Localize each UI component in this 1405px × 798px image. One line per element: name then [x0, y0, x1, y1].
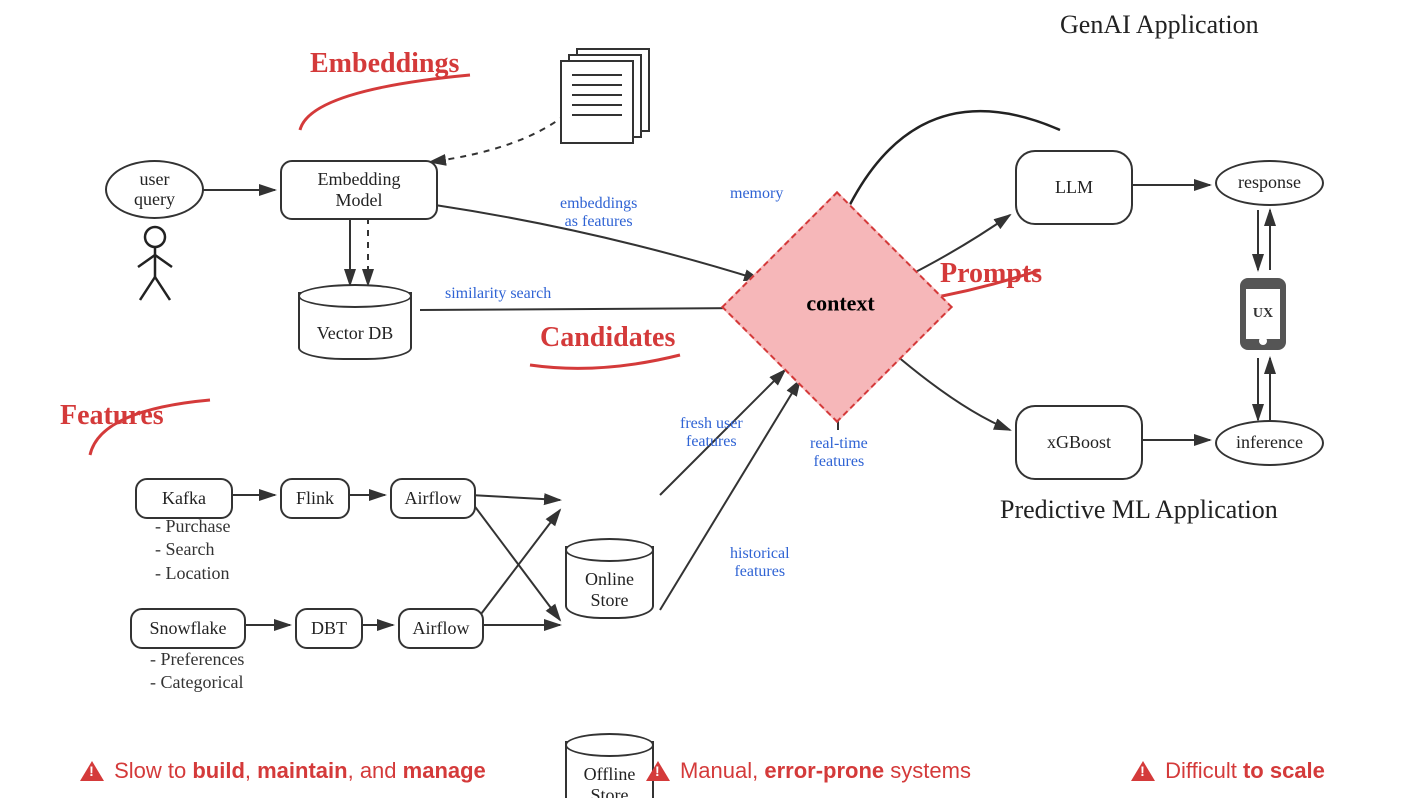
vector-db-node: Vector DB	[298, 292, 412, 360]
snowflake-sublist: - Preferences - Categorical	[150, 648, 244, 695]
embeddings-label: Embeddings	[310, 48, 459, 80]
memory-label: memory	[730, 185, 783, 203]
user-query-node: user query	[105, 160, 204, 219]
realtime-label: real-time features	[810, 435, 868, 470]
warn1-b3: manage	[403, 758, 486, 783]
embeddings-features-label: embeddings as features	[560, 195, 637, 230]
response-node: response	[1215, 160, 1324, 206]
warn1-b1: build	[192, 758, 245, 783]
similarity-label: similarity search	[445, 285, 551, 303]
xgboost-node: xGBoost	[1015, 405, 1143, 480]
warn1-b2: maintain	[257, 758, 347, 783]
fresh-label: fresh user features	[680, 415, 743, 450]
warn1-t3: , and	[348, 758, 403, 783]
context-node: context	[721, 191, 953, 423]
snowflake-node: Snowflake	[130, 608, 246, 649]
warn2-t2: systems	[884, 758, 971, 783]
ux-phone-icon: UX	[1240, 278, 1286, 350]
warn1-t2: ,	[245, 758, 257, 783]
prompts-label: Prompts	[940, 258, 1042, 290]
ux-label: UX	[1246, 289, 1280, 339]
warning-icon	[80, 761, 104, 781]
candidates-label: Candidates	[540, 322, 675, 354]
warn3-t1: Difficult	[1165, 758, 1243, 783]
user-icon	[130, 225, 180, 305]
documents-icon	[560, 48, 650, 138]
warn2-b: error-prone	[764, 758, 884, 783]
features-label: Features	[60, 400, 164, 432]
airflow1-node: Airflow	[390, 478, 476, 519]
warn3-b: to scale	[1243, 758, 1325, 783]
warning-scale: Difficult to scale	[1131, 758, 1325, 784]
kafka-node: Kafka	[135, 478, 233, 519]
historical-label: historical features	[730, 545, 790, 580]
inference-node: inference	[1215, 420, 1324, 466]
dbt-node: DBT	[295, 608, 363, 649]
warning-icon	[1131, 761, 1155, 781]
genai-title: GenAI Application	[1060, 10, 1259, 40]
warning-slow: Slow to build, maintain, and manage	[80, 758, 486, 784]
warn1-t1: Slow to	[114, 758, 192, 783]
llm-node: LLM	[1015, 150, 1133, 225]
online-store-node: Online Store	[565, 546, 654, 619]
footer-warnings: Slow to build, maintain, and manage Manu…	[0, 758, 1405, 784]
context-label: context	[761, 290, 921, 316]
kafka-sublist: - Purchase - Search - Location	[155, 515, 230, 585]
airflow2-node: Airflow	[398, 608, 484, 649]
warning-icon	[646, 761, 670, 781]
flink-node: Flink	[280, 478, 350, 519]
warning-manual: Manual, error-prone systems	[646, 758, 971, 784]
embedding-model-node: Embedding Model	[280, 160, 438, 220]
predictive-title: Predictive ML Application	[1000, 495, 1278, 525]
warn2-t1: Manual,	[680, 758, 764, 783]
